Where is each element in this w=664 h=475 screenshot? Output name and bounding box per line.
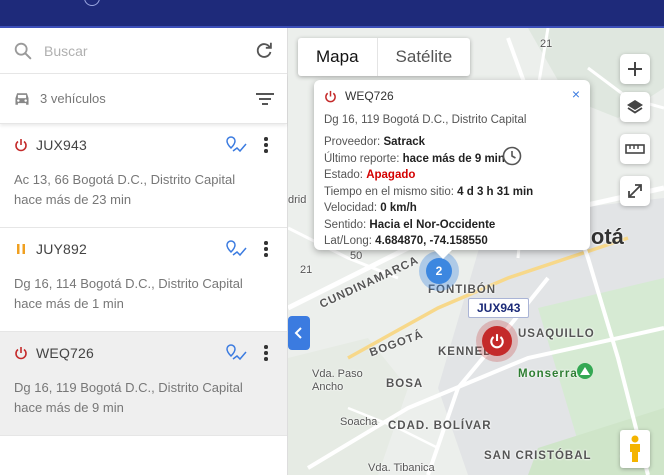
vehicles-bar: 3 vehículos — [0, 74, 287, 124]
measure-button[interactable] — [620, 134, 650, 164]
more-options-icon[interactable] — [259, 136, 273, 154]
vehicle-time: hace más de 23 min — [14, 192, 132, 207]
vehicle-sidebar: 3 vehículos JUX943 Ac 13, 66 Bogotá D.C.… — [0, 28, 288, 475]
app-logo-icon — [84, 0, 100, 6]
expand-icon — [628, 184, 642, 198]
power-off-icon — [15, 139, 27, 152]
vehicle-time: hace más de 9 min — [14, 400, 124, 415]
vehicle-marker-label: JUX943 — [468, 298, 530, 318]
popup-direction: Sentido: Hacia el Nor-Occidente — [324, 218, 496, 231]
layers-button[interactable] — [620, 92, 650, 122]
map-label-vda-pasoancho: Vda. Paso Ancho — [312, 368, 363, 393]
vehicle-address: Dg 16, 119 Bogotá D.C., Distrito Capital — [14, 380, 243, 395]
map-road-marker: 21 — [540, 38, 553, 50]
street-view-button[interactable] — [620, 430, 650, 468]
popup-state: Estado: Apagado — [324, 169, 416, 181]
map-label-san-cristobal: SAN CRISTÓBAL — [484, 450, 592, 462]
park-marker-icon — [577, 363, 593, 379]
vehicle-cluster-marker[interactable]: 2 — [426, 258, 452, 284]
vehicle-plate: JUX943 — [36, 137, 88, 153]
vehicle-info-popup: WEQ726 × Dg 16, 119 Bogotá D.C., Distrit… — [314, 80, 590, 259]
route-icon[interactable] — [225, 239, 249, 259]
vehicle-marker[interactable] — [482, 326, 512, 356]
map-label-vda-tibanica: Vda. Tibanica — [368, 462, 435, 474]
vehicle-item-weq726[interactable]: WEQ726 Dg 16, 119 Bogotá D.C., Distrito … — [0, 332, 287, 436]
pause-icon — [17, 244, 25, 254]
popup-plate: WEQ726 — [345, 89, 394, 103]
vehicle-plate: WEQ726 — [36, 345, 94, 361]
power-off-icon — [490, 334, 504, 349]
map-view[interactable]: 21 drid 21 50 ogotá FONTIBÓN CUNDINAMARC… — [288, 28, 664, 475]
popup-close-button[interactable]: × — [572, 86, 580, 102]
map-type-toggle: Mapa Satélite — [298, 38, 471, 76]
map-label-soacha: Soacha — [340, 416, 378, 428]
map-type-map-button[interactable]: Mapa — [298, 38, 378, 76]
collapse-sidebar-button[interactable] — [288, 316, 310, 350]
route-icon[interactable] — [225, 135, 249, 155]
layers-icon — [627, 100, 643, 114]
map-label-drid: drid — [288, 194, 307, 206]
vehicle-item-jux943[interactable]: JUX943 Ac 13, 66 Bogotá D.C., Distrito C… — [0, 124, 287, 228]
more-options-icon[interactable] — [259, 240, 273, 258]
map-label-bosa: BOSA — [386, 378, 424, 390]
popup-last-report: Último reporte: hace más de 9 min — [324, 152, 505, 165]
fullscreen-button[interactable] — [620, 176, 650, 206]
map-road-marker: 21 — [300, 264, 313, 276]
power-off-icon — [15, 347, 27, 360]
top-app-bar — [0, 0, 664, 28]
more-options-icon[interactable] — [259, 344, 273, 362]
popup-latlong: Lat/Long: 4.684870, -74.158550 — [324, 235, 488, 247]
popup-provider: Proveedor: Satrack — [324, 136, 426, 148]
vehicle-time: hace más de 1 min — [14, 296, 124, 311]
map-road-marker: 50 — [350, 250, 363, 262]
vehicle-item-juy892[interactable]: JUY892 Dg 16, 114 Bogotá D.C., Distrito … — [0, 228, 287, 332]
popup-same-place: Tiempo en el mismo sitio: 4 d 3 h 31 min — [324, 185, 534, 198]
search-bar — [0, 28, 287, 74]
route-icon[interactable] — [225, 343, 249, 363]
vehicle-address: Dg 16, 114 Bogotá D.C., Distrito Capital — [14, 276, 243, 291]
power-off-icon — [325, 90, 336, 102]
vehicle-plate: JUY892 — [36, 241, 88, 257]
vehicle-address: Ac 13, 66 Bogotá D.C., Distrito Capital — [14, 172, 236, 187]
popup-speed: Velocidad: 0 km/h — [324, 202, 417, 214]
filter-icon[interactable] — [255, 91, 275, 107]
pegman-icon — [630, 435, 640, 462]
plus-icon — [628, 62, 642, 76]
map-type-satellite-button[interactable]: Satélite — [378, 38, 471, 76]
map-label-usaquillo: USAQUILLO — [518, 328, 595, 340]
refresh-icon[interactable] — [253, 40, 275, 62]
vehicle-count: 3 vehículos — [40, 91, 106, 106]
clock-icon[interactable] — [502, 146, 522, 166]
chevron-left-icon — [294, 327, 302, 339]
search-icon — [14, 42, 32, 59]
map-label-fontibon: FONTIBÓN — [428, 284, 497, 296]
map-label-ciudad-bolivar: CDAD. BOLÍVAR — [388, 420, 492, 432]
search-input[interactable] — [44, 42, 253, 59]
ruler-icon — [625, 144, 645, 154]
popup-address: Dg 16, 119 Bogotá D.C., Distrito Capital — [324, 114, 527, 126]
zoom-in-button[interactable] — [620, 54, 650, 84]
car-icon — [15, 92, 29, 105]
